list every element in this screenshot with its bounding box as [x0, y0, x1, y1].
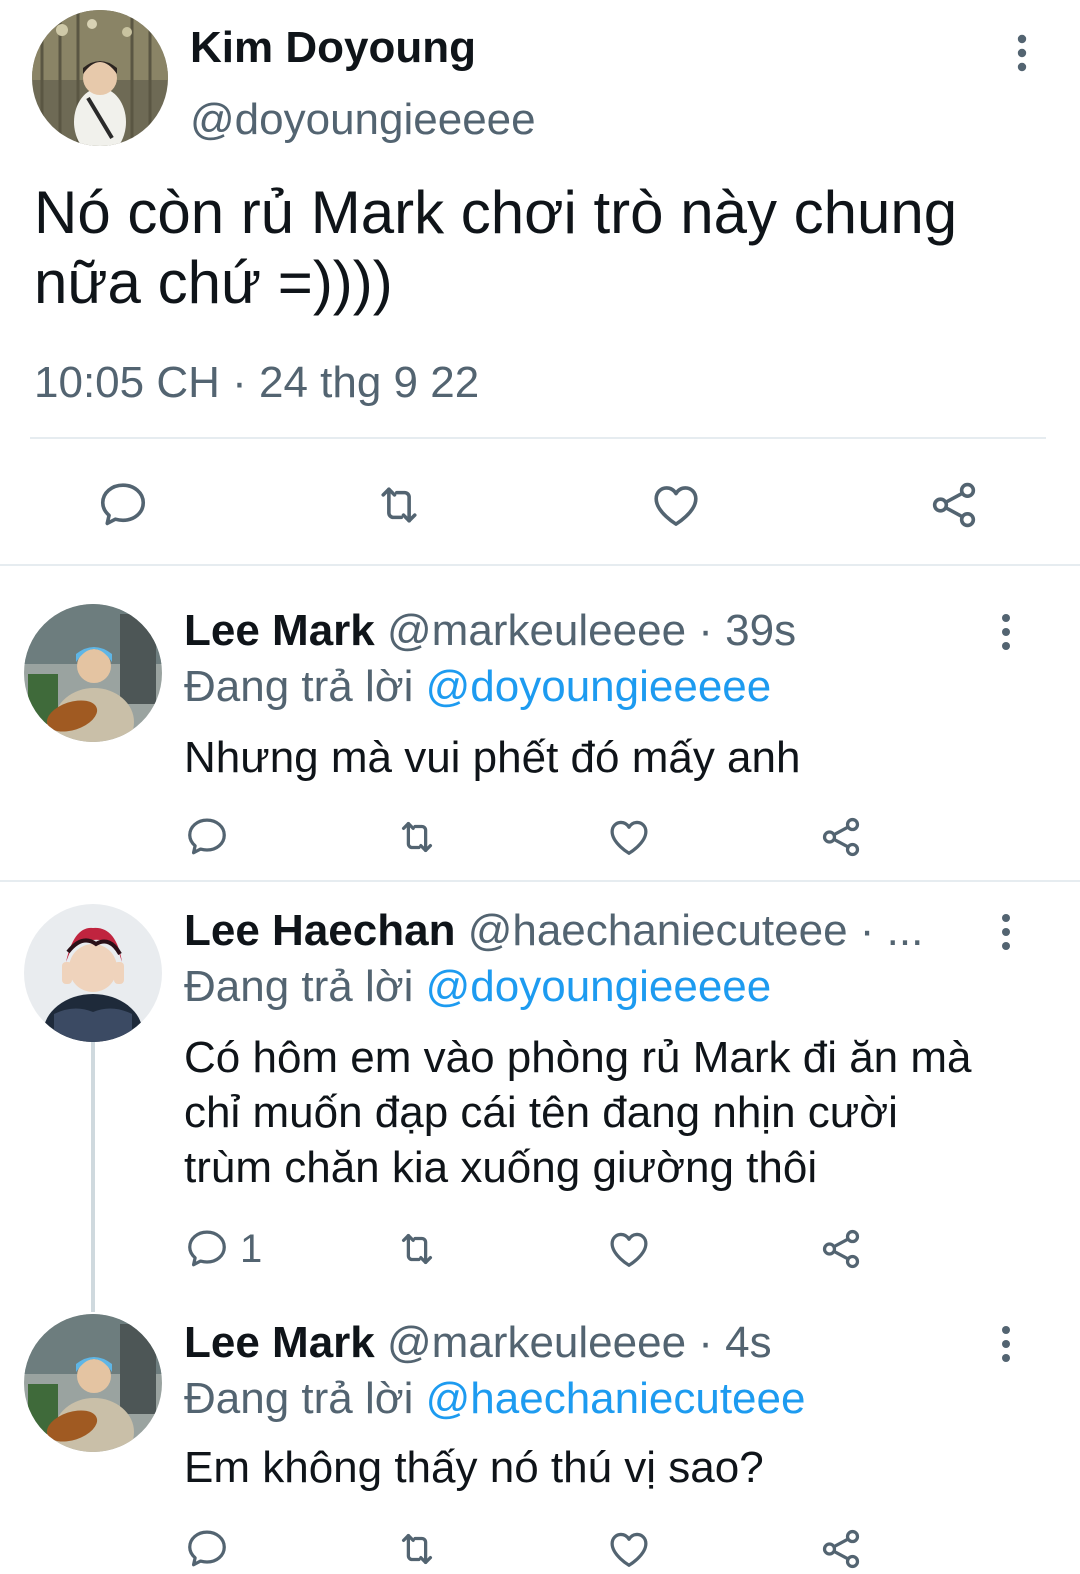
- avatar-lee-haechan[interactable]: [24, 904, 162, 1042]
- reply-icon[interactable]: [184, 1526, 230, 1572]
- author-handle-time[interactable]: @markeuleeee · 4s: [387, 1318, 772, 1367]
- like-icon[interactable]: [606, 1226, 652, 1272]
- reply-tweet[interactable]: Lee Mark @markeuleeee · 39s Đang trả lời…: [0, 566, 1080, 880]
- replying-to: Đang trả lời @doyoungieeeee: [184, 960, 771, 1014]
- avatar-lee-mark[interactable]: [24, 1314, 162, 1452]
- mention-link[interactable]: @doyoungieeeee: [426, 662, 772, 711]
- replying-to: Đang trả lời @haechaniecuteee: [184, 1372, 805, 1426]
- replying-prefix: Đang trả lời: [184, 662, 414, 711]
- retweet-icon[interactable]: [372, 478, 426, 532]
- reply-header: Lee Haechan @haechaniecuteee · ...: [184, 904, 964, 958]
- replying-prefix: Đang trả lời: [184, 962, 414, 1011]
- mention-link[interactable]: @haechaniecuteee: [426, 1374, 806, 1423]
- divider: [30, 437, 1046, 439]
- reply-count: 1: [240, 1227, 263, 1271]
- author-handle[interactable]: @doyoungieeeee: [190, 94, 536, 146]
- reply-text: Nhưng mà vui phết đó mấy anh: [184, 733, 801, 782]
- author-handle-time[interactable]: @haechaniecuteee · ...: [468, 906, 924, 955]
- share-icon[interactable]: [818, 1526, 864, 1572]
- more-options-icon[interactable]: [986, 610, 1026, 654]
- author-name[interactable]: Lee Mark: [184, 1318, 375, 1367]
- author-name[interactable]: Kim Doyoung: [190, 22, 476, 74]
- share-icon[interactable]: [927, 478, 981, 532]
- reply-icon[interactable]: [184, 1226, 230, 1272]
- replying-to: Đang trả lời @doyoungieeeee: [184, 660, 771, 714]
- author-handle-time[interactable]: @markeuleeee · 39s: [387, 606, 796, 655]
- retweet-icon[interactable]: [394, 1226, 440, 1272]
- reply-icon[interactable]: [96, 478, 150, 532]
- avatar-kim-doyoung[interactable]: [32, 10, 168, 146]
- reply-text: Có hôm em vào phòng rủ Mark đi ăn mà chỉ…: [184, 1033, 972, 1192]
- replying-prefix: Đang trả lời: [184, 1374, 414, 1423]
- like-icon[interactable]: [606, 814, 652, 860]
- avatar-lee-mark[interactable]: [24, 604, 162, 742]
- more-options-icon[interactable]: [1000, 30, 1044, 76]
- main-tweet: Kim Doyoung @doyoungieeeee Nó còn rủ Mar…: [0, 0, 1080, 566]
- like-icon[interactable]: [649, 478, 703, 532]
- reply-header: Lee Mark @markeuleeee · 39s: [184, 604, 964, 658]
- share-icon[interactable]: [818, 814, 864, 860]
- reply-header: Lee Mark @markeuleeee · 4s: [184, 1316, 964, 1370]
- reply-icon[interactable]: [184, 814, 230, 860]
- more-options-icon[interactable]: [986, 1322, 1026, 1366]
- retweet-icon[interactable]: [394, 814, 440, 860]
- like-icon[interactable]: [606, 1526, 652, 1572]
- tweet-timestamp: 10:05 CH · 24 thg 9 22: [34, 358, 480, 407]
- share-icon[interactable]: [818, 1226, 864, 1272]
- author-name[interactable]: Lee Mark: [184, 606, 375, 655]
- reply-tweet[interactable]: Lee Haechan @haechaniecuteee · ... Đang …: [0, 882, 1080, 1312]
- mention-link[interactable]: @doyoungieeeee: [426, 962, 772, 1011]
- author-name[interactable]: Lee Haechan: [184, 906, 455, 955]
- tweet-text: Nó còn rủ Mark chơi trò này chung nữa ch…: [34, 179, 958, 316]
- retweet-icon[interactable]: [394, 1526, 440, 1572]
- reply-text: Em không thấy nó thú vị sao?: [184, 1443, 764, 1492]
- reply-tweet[interactable]: Lee Mark @markeuleeee · 4s Đang trả lời …: [0, 1312, 1080, 1574]
- more-options-icon[interactable]: [986, 910, 1026, 954]
